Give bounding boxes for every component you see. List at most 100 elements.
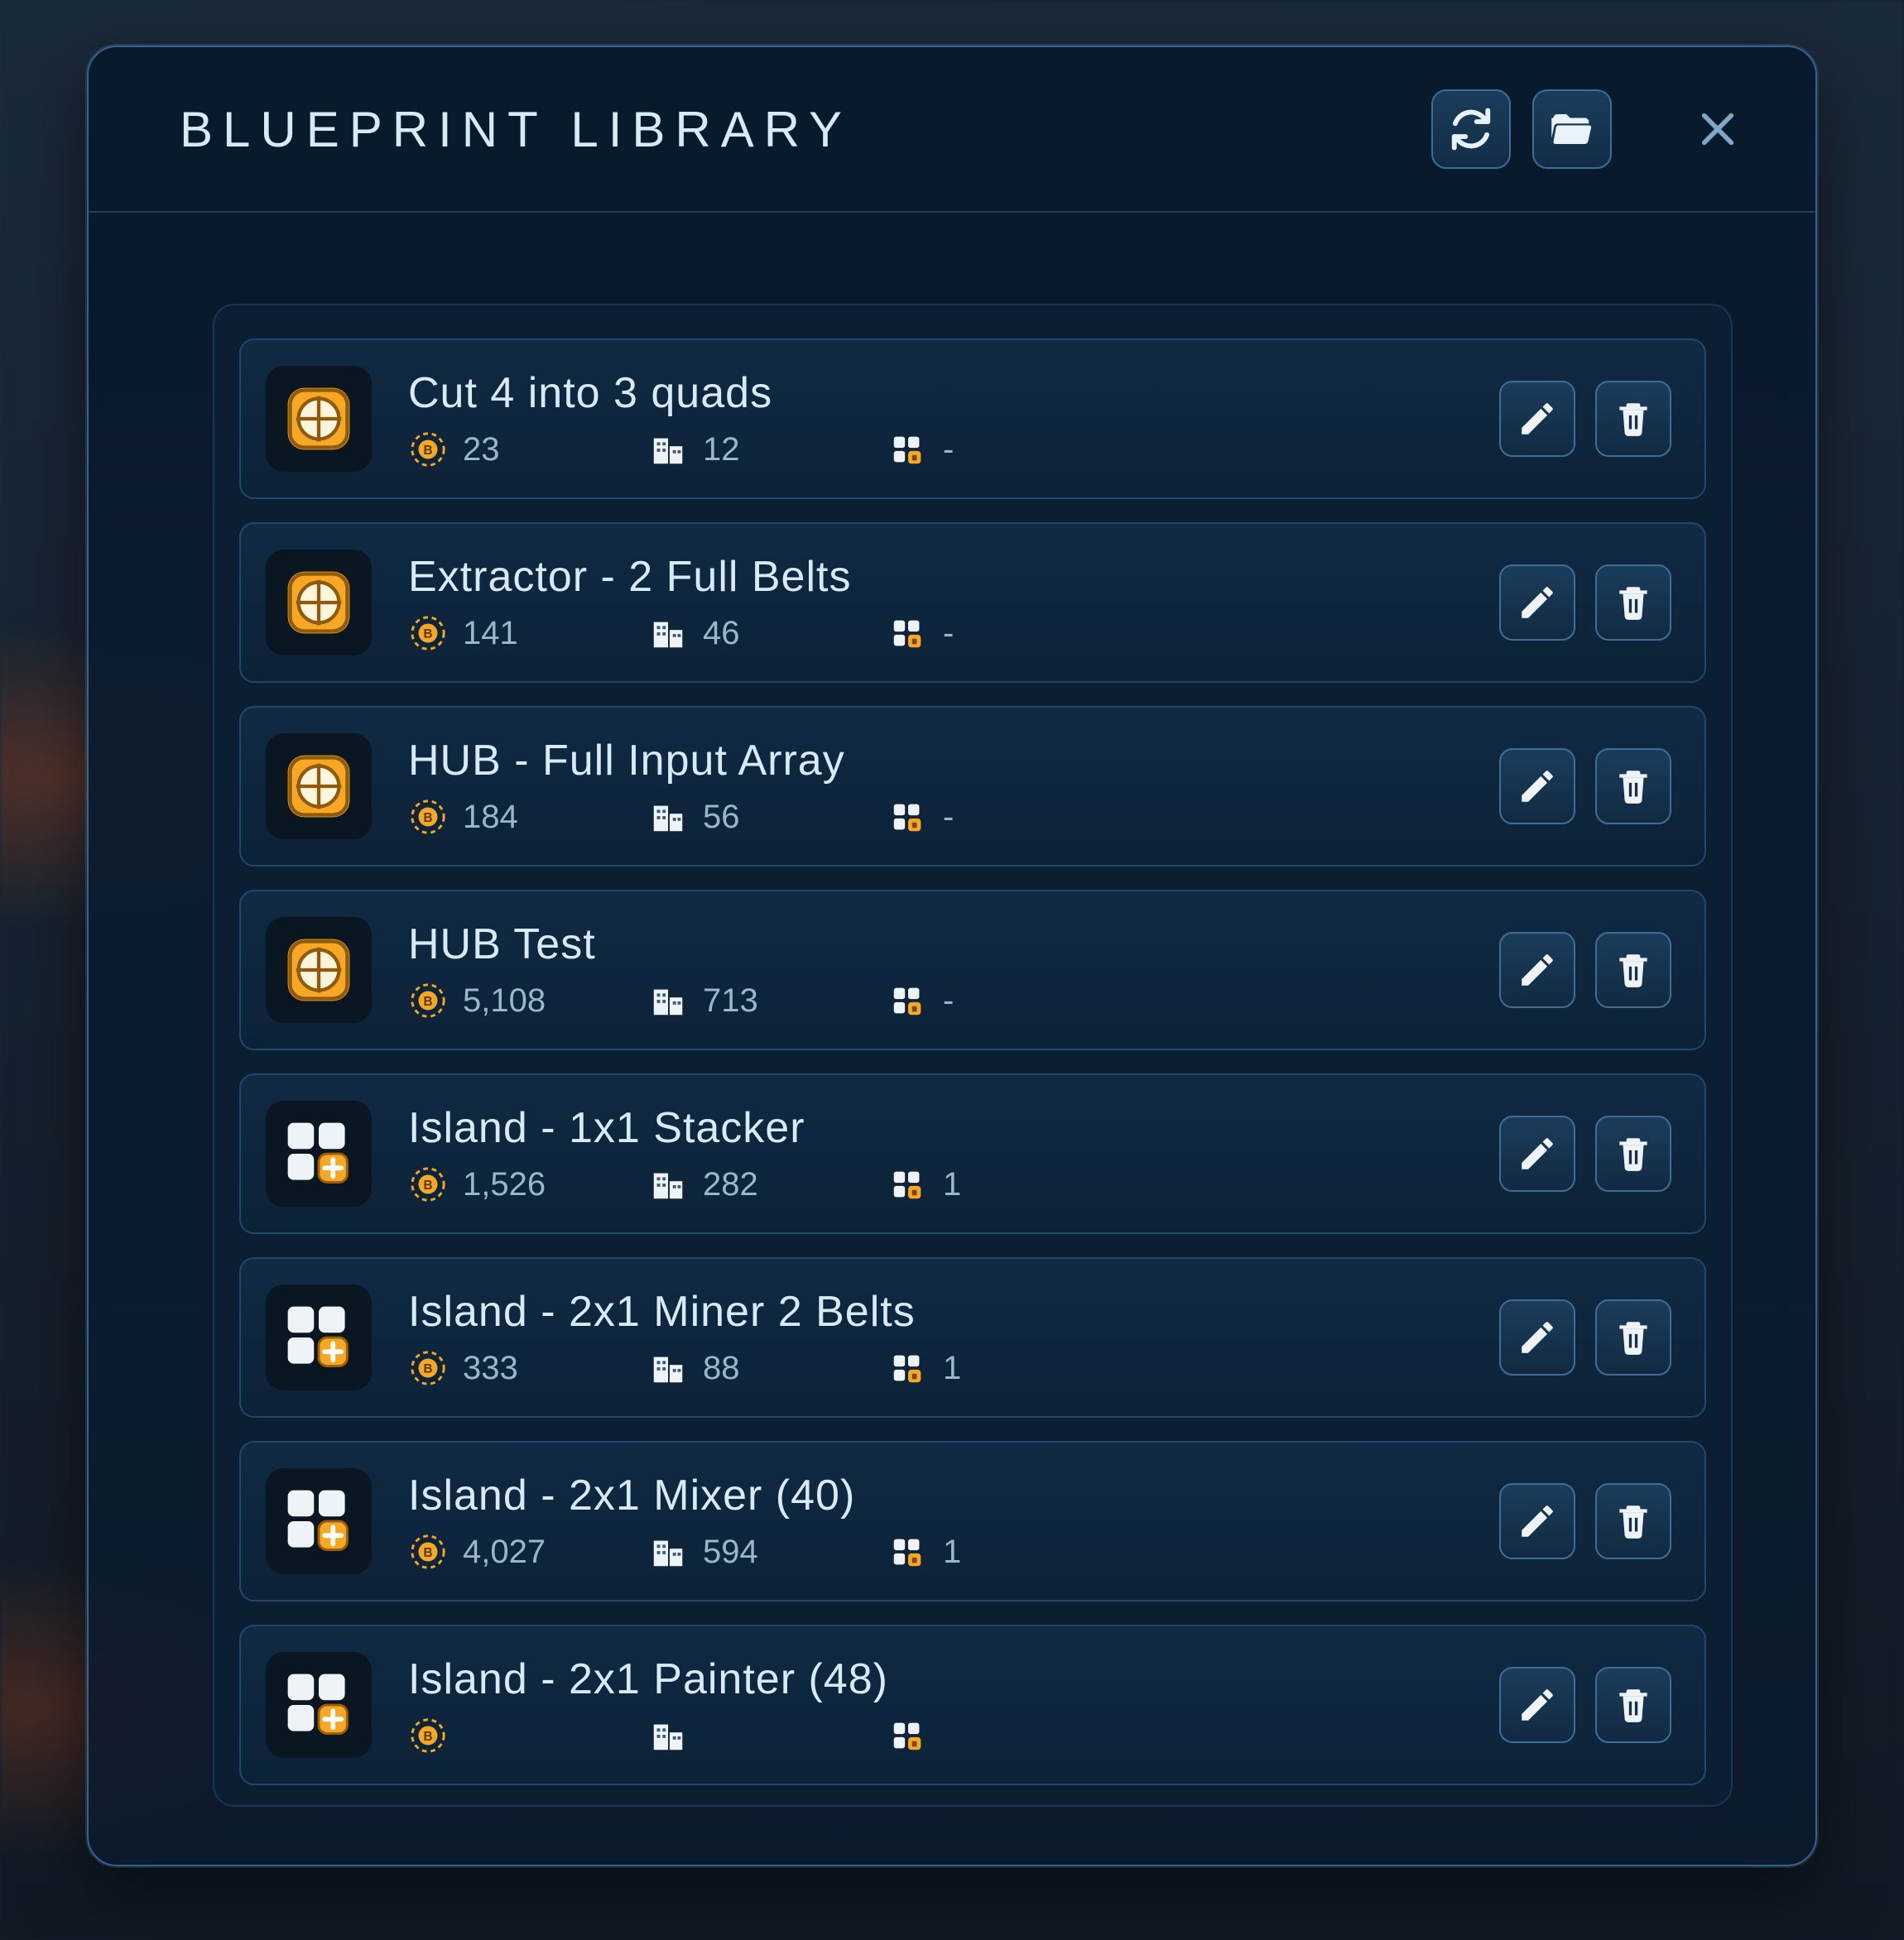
blueprint-info: Extractor - 2 Full Belts 141 46 - bbox=[408, 552, 1499, 653]
delete-button[interactable] bbox=[1595, 564, 1671, 641]
close-icon bbox=[1695, 106, 1741, 152]
blueprint-row[interactable]: Island - 2x1 Mixer (40) 4,027 594 1 bbox=[239, 1441, 1706, 1601]
stat-cost: 1,526 bbox=[408, 1164, 648, 1204]
delete-button[interactable] bbox=[1595, 1483, 1671, 1559]
building-blueprint-icon bbox=[281, 748, 357, 824]
blueprint-info: Island - 1x1 Stacker 1,526 282 1 bbox=[408, 1103, 1499, 1204]
blueprint-name: Island - 1x1 Stacker bbox=[408, 1103, 1499, 1153]
stat-buildings: 46 bbox=[648, 613, 888, 653]
delete-button[interactable] bbox=[1595, 1667, 1671, 1743]
blueprint-type-icon-box bbox=[266, 917, 372, 1023]
folder-open-icon bbox=[1550, 107, 1594, 151]
cost-icon bbox=[408, 613, 448, 653]
blueprint-type-icon-box bbox=[266, 366, 372, 472]
stat-islands: - bbox=[888, 797, 1128, 837]
pencil-icon bbox=[1517, 582, 1558, 623]
blueprint-type-icon-box bbox=[266, 1652, 372, 1758]
blueprint-row[interactable]: Island - 2x1 Miner 2 Belts 333 88 1 bbox=[239, 1257, 1706, 1418]
island-blueprint-icon bbox=[281, 1299, 357, 1376]
refresh-button[interactable] bbox=[1431, 89, 1511, 169]
blueprint-actions bbox=[1499, 1299, 1671, 1376]
pencil-icon bbox=[1517, 1317, 1558, 1358]
stat-buildings-value: 713 bbox=[703, 982, 758, 1020]
pencil-icon bbox=[1517, 1684, 1558, 1726]
pencil-icon bbox=[1517, 1133, 1558, 1174]
stat-buildings-value: 594 bbox=[703, 1534, 758, 1571]
delete-button[interactable] bbox=[1595, 381, 1671, 457]
blueprint-type-icon-box bbox=[266, 1101, 372, 1207]
blueprint-library-panel: BLUEPRINT LIBRARY Cut 4 into bbox=[87, 46, 1817, 1866]
edit-button[interactable] bbox=[1499, 748, 1575, 824]
stat-cost-value: 1,526 bbox=[463, 1166, 546, 1203]
blueprint-name: HUB Test bbox=[408, 920, 1499, 969]
delete-button[interactable] bbox=[1595, 932, 1671, 1008]
edit-button[interactable] bbox=[1499, 1667, 1575, 1743]
stat-cost-value: 23 bbox=[463, 431, 500, 468]
stat-islands: 1 bbox=[888, 1164, 1128, 1204]
stat-cost: 333 bbox=[408, 1348, 648, 1388]
stat-cost: 5,108 bbox=[408, 981, 648, 1020]
stat-cost: 184 bbox=[408, 797, 648, 837]
blueprint-row[interactable]: Island - 2x1 Painter (48) bbox=[239, 1625, 1706, 1785]
islands-icon bbox=[888, 1716, 928, 1755]
blueprint-actions bbox=[1499, 748, 1671, 824]
delete-button[interactable] bbox=[1595, 1299, 1671, 1376]
trash-icon bbox=[1613, 949, 1654, 991]
blueprint-stats: 141 46 - bbox=[408, 613, 1499, 653]
blueprint-row[interactable]: HUB - Full Input Array 184 56 - bbox=[239, 706, 1706, 867]
stat-islands-value: 1 bbox=[943, 1350, 961, 1387]
pencil-icon bbox=[1517, 1501, 1558, 1542]
edit-button[interactable] bbox=[1499, 381, 1575, 457]
blueprint-name: HUB - Full Input Array bbox=[408, 736, 1499, 785]
blueprint-name: Island - 2x1 Miner 2 Belts bbox=[408, 1287, 1499, 1337]
edit-button[interactable] bbox=[1499, 932, 1575, 1008]
stat-islands: - bbox=[888, 981, 1128, 1020]
building-blueprint-icon bbox=[281, 564, 357, 641]
island-blueprint-icon bbox=[281, 1116, 357, 1192]
blueprint-row[interactable]: Island - 1x1 Stacker 1,526 282 1 bbox=[239, 1073, 1706, 1234]
trash-icon bbox=[1613, 1133, 1654, 1174]
open-folder-button[interactable] bbox=[1532, 89, 1612, 169]
blueprint-info: Island - 2x1 Miner 2 Belts 333 88 1 bbox=[408, 1287, 1499, 1388]
cost-icon bbox=[408, 1164, 448, 1204]
blueprint-row[interactable]: Extractor - 2 Full Belts 141 46 - bbox=[239, 522, 1706, 683]
edit-button[interactable] bbox=[1499, 1116, 1575, 1192]
islands-icon bbox=[888, 1532, 928, 1572]
stat-cost-value: 184 bbox=[463, 799, 518, 836]
stat-buildings bbox=[648, 1716, 888, 1755]
trash-icon bbox=[1613, 1501, 1654, 1542]
blueprint-row[interactable]: HUB Test 5,108 713 - bbox=[239, 890, 1706, 1050]
blueprint-list-container: Cut 4 into 3 quads 23 12 - bbox=[213, 304, 1733, 1807]
stat-islands: 1 bbox=[888, 1532, 1128, 1572]
cost-icon bbox=[408, 797, 448, 837]
island-blueprint-icon bbox=[281, 1667, 357, 1743]
blueprint-row[interactable]: Cut 4 into 3 quads 23 12 - bbox=[239, 339, 1706, 499]
stat-cost: 141 bbox=[408, 613, 648, 653]
blueprint-actions bbox=[1499, 1667, 1671, 1743]
buildings-icon bbox=[648, 1532, 688, 1572]
delete-button[interactable] bbox=[1595, 1116, 1671, 1192]
stat-buildings: 282 bbox=[648, 1164, 888, 1204]
edit-button[interactable] bbox=[1499, 1483, 1575, 1559]
stat-islands: - bbox=[888, 430, 1128, 469]
stat-islands bbox=[888, 1716, 1128, 1755]
pencil-icon bbox=[1517, 766, 1558, 807]
stat-buildings-value: 56 bbox=[703, 799, 740, 836]
blueprint-actions bbox=[1499, 564, 1671, 641]
edit-button[interactable] bbox=[1499, 1299, 1575, 1376]
panel-header: BLUEPRINT LIBRARY bbox=[89, 47, 1815, 213]
buildings-icon bbox=[648, 1164, 688, 1204]
blueprint-type-icon-box bbox=[266, 550, 372, 655]
blueprint-stats: 184 56 - bbox=[408, 797, 1499, 837]
delete-button[interactable] bbox=[1595, 748, 1671, 824]
edit-button[interactable] bbox=[1499, 564, 1575, 641]
close-button[interactable] bbox=[1678, 89, 1757, 169]
stat-buildings: 594 bbox=[648, 1532, 888, 1572]
cost-icon bbox=[408, 1348, 448, 1388]
blueprint-stats: 23 12 - bbox=[408, 430, 1499, 469]
stat-buildings-value: 12 bbox=[703, 431, 740, 468]
stat-cost-value: 333 bbox=[463, 1350, 518, 1387]
buildings-icon bbox=[648, 430, 688, 469]
stat-cost-value: 141 bbox=[463, 615, 518, 652]
buildings-icon bbox=[648, 613, 688, 653]
